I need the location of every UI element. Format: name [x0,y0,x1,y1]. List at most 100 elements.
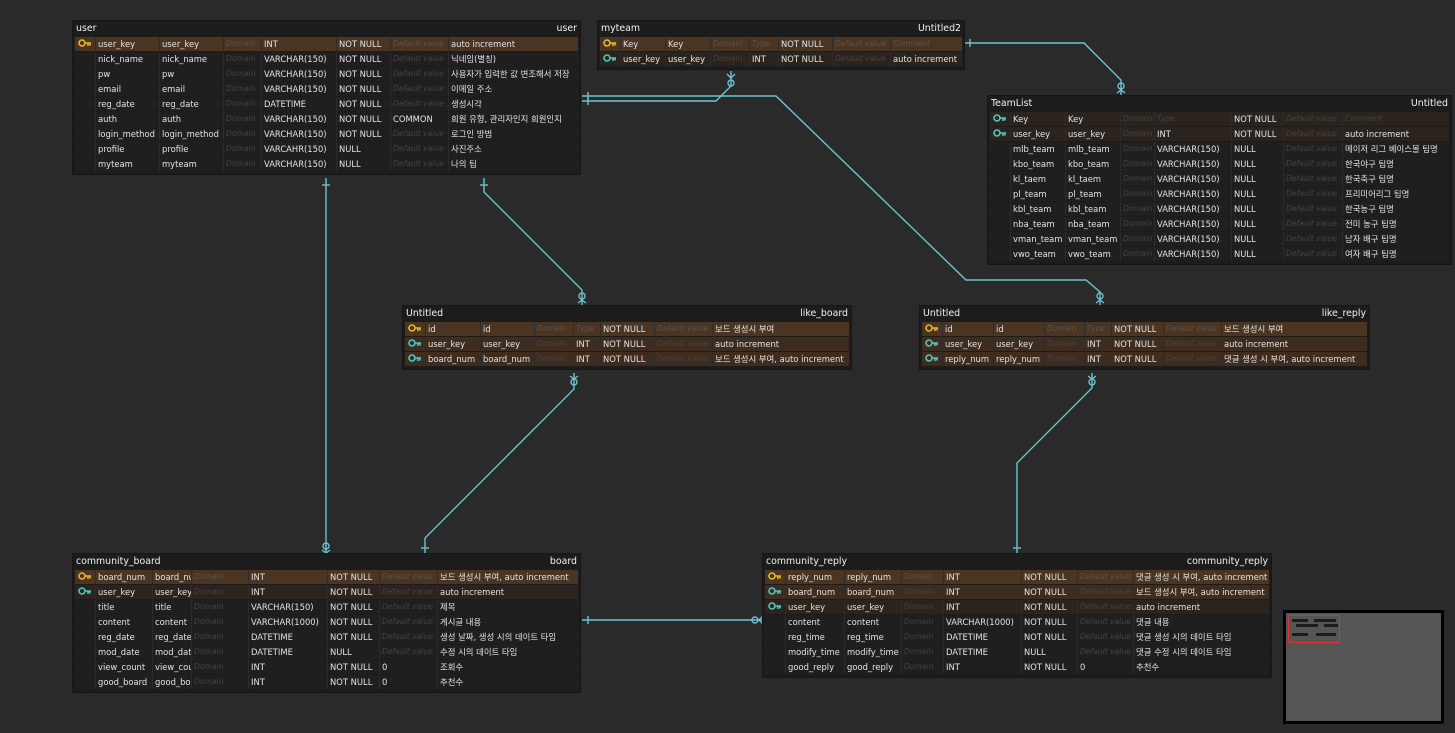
cell-nullable: NULL [1231,142,1283,156]
cell-default: 0 [1077,660,1133,674]
column-row[interactable]: view_countview_countDomainINTNOT NULL0조회… [75,660,578,674]
cell-type: Type [1154,112,1231,126]
column-row[interactable]: myteam myteam Domain VARCHAR(150) NULL Defaul… [75,157,578,171]
pk-fk-key-icon [405,352,425,366]
minimap-viewport[interactable] [1288,615,1340,643]
table-teamlist[interactable]: TeamList Untitled Key Key Domain Type NOT NULL… [988,96,1451,264]
key-cell [990,202,1010,216]
cell-domain: Domain [191,615,248,629]
cell-physical: board_num [480,352,534,366]
cell-logical: reply_num [942,352,993,366]
column-row[interactable]: board_numboard_numDomainINTNOT NULLDefau… [75,570,578,584]
column-row[interactable]: user_key user_key Domain INT NOT NULL Default… [765,600,1269,614]
cell-comment: 프리미어리그 팀명 [1342,187,1449,201]
cell-default: Default value [1077,570,1133,584]
cell-comment: 제목 [437,600,578,614]
column-row[interactable]: board_numboard_numDomainINTNOT NULLDefau… [765,585,1269,599]
column-row[interactable]: reply_num reply_num Domain INT NOT NULL Defau… [922,352,1367,366]
cell-logical: user_key [1010,127,1065,141]
key-cell [990,157,1010,171]
cell-nullable: NOT NULL [327,615,379,629]
column-row[interactable]: reg_date reg_date Domain DATETIME NOT NULL De… [75,630,578,644]
column-row[interactable]: reg_date reg_date Domain DATETIME NOT NULL De… [75,97,578,111]
cell-domain: Domain [191,570,248,584]
rel-user-myteam [582,71,732,102]
table-like-board[interactable]: Untitled like_board id id Domain Type NOT NULL… [403,306,851,369]
cell-logical: myteam [95,157,159,171]
cell-domain: Domain [223,37,261,51]
column-row[interactable]: user_key user_key Domain INT NOT NULL Default… [990,127,1449,141]
cell-physical: user_key [665,52,710,66]
column-row[interactable]: Key Key Domain Type NOT NULL Default value Com… [990,112,1449,126]
cell-nullable: NOT NULL [1231,127,1283,141]
column-row[interactable]: content content Domain VARCHAR(1000) NOT NUL… [75,615,578,629]
column-row[interactable]: user_key user_key Domain INT NOT NULL Default… [75,585,578,599]
cell-logical: vwo_team [1010,247,1065,261]
column-row[interactable]: mlb_team mlb_team Domain VARCHAR(150) NULL De… [990,142,1449,156]
column-row[interactable]: user_key user_key Domain INT NOT NULL Default… [922,337,1367,351]
cell-comment: 한국농구 팀명 [1342,202,1449,216]
table-header[interactable]: TeamList Untitled [988,96,1451,112]
table-user[interactable]: user user user_key user_key Domain INT NOT NUL… [73,21,580,174]
cell-type: VARCHAR(150) [1154,187,1231,201]
table-like-reply[interactable]: Untitled like_reply id id Domain Type NOT NULL… [920,306,1369,369]
key-cell [75,127,95,141]
cell-domain: Domain [1120,112,1154,126]
column-row[interactable]: kbo_team kbo_team Domain VARCHAR(150) NULL De… [990,157,1449,171]
column-row[interactable]: reg_time reg_time Domain DATETIME NOT NULL De… [765,630,1269,644]
rel-user-likeboard [483,178,583,305]
column-row[interactable]: Key Key Domain Type NOT NULL Default value Com… [600,37,962,51]
column-row[interactable]: kl_taem kl_taem Domain VARCHAR(150) NULL Defa… [990,172,1449,186]
column-row[interactable]: good_boardgood_boardDomainINTNOT NULL0추천… [75,675,578,689]
column-row[interactable]: pw pw Domain VARCHAR(150) NOT NULL Default va… [75,67,578,81]
cell-comment: 나의 팀 [448,157,578,171]
column-row[interactable]: profile profile Domain VARCAHR(150) NULL Defa… [75,142,578,156]
cell-physical: board_num [844,585,901,599]
column-row[interactable]: title title Domain VARCHAR(150) NOT NULL Defa… [75,600,578,614]
table-header[interactable]: community_board board [73,554,580,570]
column-row[interactable]: user_key user_key Domain INT NOT NULL Default… [600,52,962,66]
table-community-reply[interactable]: community_reply community_reply reply_num r… [763,554,1271,677]
cell-comment: 남자 배구 팀명 [1342,232,1449,246]
table-community-board[interactable]: community_boardboardboard_numboard_numDo… [73,554,580,692]
column-row[interactable]: vman_team vman_team Domain VARCHAR(150) NULL… [990,232,1449,246]
table-header[interactable]: Untitled like_reply [920,306,1369,322]
column-row[interactable]: login_method login_method Domain VARCHAR(15… [75,127,578,141]
column-row[interactable]: auth auth Domain VARCHAR(150) NOT NULL COMMON… [75,112,578,126]
column-row[interactable]: modify_time modify_time Domain DATETIME NULL… [765,645,1269,659]
table-header[interactable]: Untitled like_board [403,306,851,322]
column-row[interactable]: user_key user_key Domain INT NOT NULL Default… [405,337,849,351]
cell-logical: nba_team [1010,217,1065,231]
cell-physical: pw [159,67,223,81]
table-header[interactable]: user user [73,21,580,37]
column-row[interactable]: vwo_team vwo_team Domain VARCHAR(150) NULL De… [990,247,1449,261]
cell-domain: Domain [710,37,749,51]
table-header[interactable]: community_reply community_reply [763,554,1271,570]
key-cell [765,645,785,659]
column-row[interactable]: board_numboard_numDomainINTNOT NULLDefau… [405,352,849,366]
column-row[interactable]: kbl_team kbl_team Domain VARCHAR(150) NULL De… [990,202,1449,216]
column-row[interactable]: id id Domain Type NOT NULL Default value 보드 생성… [922,322,1367,336]
table-myteam[interactable]: myteam Untitled2 Key Key Domain Type NOT NULL D… [598,21,964,69]
column-row[interactable]: content content Domain VARCHAR(1000) NOT NUL… [765,615,1269,629]
column-row[interactable]: good_reply good_reply Domain INT NOT NULL 0 추천… [765,660,1269,674]
column-row[interactable]: id id Domain Type NOT NULL Default value 보드 생성… [405,322,849,336]
cell-comment: auto increment [890,52,962,66]
cell-physical: user_key [480,337,534,351]
column-row[interactable]: nick_name nick_name Domain VARCHAR(150) NOT … [75,52,578,66]
cell-nullable: NOT NULL [327,630,379,644]
cell-nullable: NOT NULL [336,52,390,66]
table-header[interactable]: myteam Untitled2 [598,21,964,37]
column-row[interactable]: reply_num reply_num Domain INT NOT NULL Defau… [765,570,1269,584]
minimap[interactable] [1283,610,1444,724]
cell-logical: Key [1010,112,1065,126]
column-row[interactable]: mod_datemod_dateDomainDATETIMENULLDefaul… [75,645,578,659]
cell-default: Default value [379,615,437,629]
cell-domain: Domain [1044,322,1084,336]
column-row[interactable]: email email Domain VARCHAR(150) NOT NULL Defa… [75,82,578,96]
cell-logical: user_key [95,585,152,599]
column-row[interactable]: nba_team nba_team Domain VARCHAR(150) NULL De… [990,217,1449,231]
cell-physical: email [159,82,223,96]
column-row[interactable]: pl_team pl_team Domain VARCHAR(150) NULL Defa… [990,187,1449,201]
column-row[interactable]: user_key user_key Domain INT NOT NULL Default… [75,37,578,51]
